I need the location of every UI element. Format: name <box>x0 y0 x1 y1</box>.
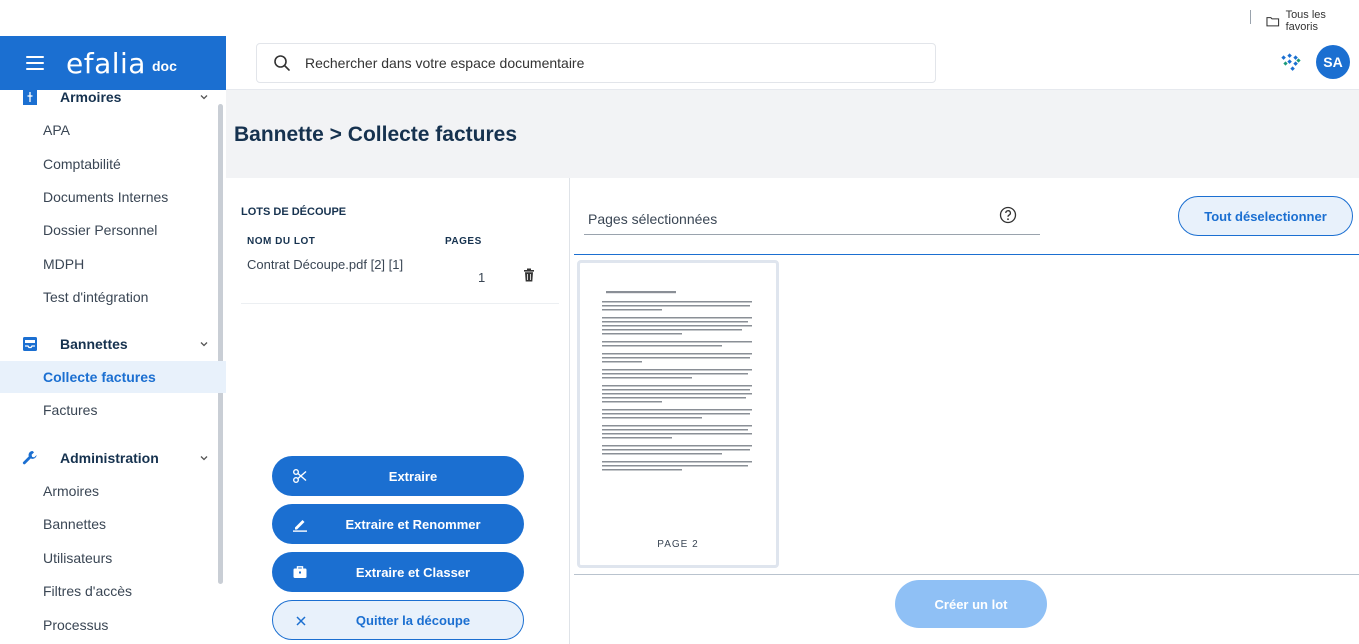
sidebar-section-administration[interactable]: Administration <box>0 443 226 473</box>
row-divider <box>241 303 559 304</box>
sidebar-item-factures[interactable]: Factures <box>0 394 226 426</box>
extract-rename-label: Extraire et Renommer <box>345 516 481 532</box>
hamburger-menu-icon[interactable] <box>26 56 44 70</box>
deselect-all-button[interactable]: Tout déselectionner <box>1178 196 1353 236</box>
lots-heading: LOTS DE DÉCOUPE <box>241 206 347 218</box>
quit-split-label: Quitter la découpe <box>355 612 471 628</box>
lot-name[interactable]: Contrat Découpe.pdf [2] [1] <box>247 254 407 276</box>
pencil-icon <box>292 516 308 532</box>
chevron-down-icon[interactable] <box>199 453 209 463</box>
extract-file-button[interactable]: Extraire et Classer <box>272 552 524 592</box>
user-avatar[interactable]: SA <box>1316 45 1350 79</box>
cabinet-icon <box>22 90 38 105</box>
brand-header: efalia doc <box>0 36 226 90</box>
favorites-bar: Tous les favoris <box>0 0 1359 34</box>
search-box[interactable] <box>256 43 936 83</box>
page-preview <box>602 291 752 471</box>
brand-logo[interactable]: efalia <box>66 47 146 80</box>
all-favorites-link[interactable]: Tous les favoris <box>1266 9 1359 33</box>
sidebar-item-mdph[interactable]: MDPH <box>0 248 226 280</box>
create-lot-button[interactable]: Créer un lot <box>895 580 1047 628</box>
column-header-pages: PAGES <box>445 236 482 247</box>
selected-pages-field[interactable]: Pages sélectionnées <box>588 211 717 227</box>
top-bar: SA <box>226 36 1359 90</box>
sidebar-item-admin-armoires[interactable]: Armoires <box>0 475 226 507</box>
help-icon[interactable] <box>999 206 1017 224</box>
sidebar-item-utilisateurs[interactable]: Utilisateurs <box>0 542 226 574</box>
pages-area-top-divider <box>574 254 1359 255</box>
quit-split-button[interactable]: Quitter la découpe <box>272 600 524 640</box>
extract-button[interactable]: Extraire <box>272 456 524 496</box>
trash-icon[interactable] <box>522 268 536 282</box>
page-thumbnail[interactable]: PAGE 2 <box>577 260 779 568</box>
sidebar-section-label: Administration <box>60 450 159 466</box>
inbox-tray-icon <box>22 336 38 352</box>
sidebar-section-label: Armoires <box>60 90 122 105</box>
selection-panel: Pages sélectionnées Tout déselectionner … <box>570 178 1359 644</box>
wrench-icon <box>22 450 38 466</box>
sidebar-item-test-integration[interactable]: Test d'intégration <box>0 281 226 313</box>
favorites-separator <box>1250 10 1251 24</box>
sidebar-item-processus[interactable]: Processus <box>0 609 226 641</box>
pages-area-bottom-divider <box>574 574 1359 575</box>
selected-pages-underline <box>584 234 1040 235</box>
sidebar-item-filtres-acces[interactable]: Filtres d'accès <box>0 575 226 607</box>
extract-label: Extraire <box>388 468 438 484</box>
sidebar-section-label: Bannettes <box>60 336 128 352</box>
lots-panel: LOTS DE DÉCOUPE NOM DU LOT PAGES Contrat… <box>226 178 570 644</box>
sidebar-section-bannettes[interactable]: Bannettes <box>0 329 226 359</box>
sidebar-item-collecte-factures[interactable]: Collecte factures <box>0 361 226 393</box>
chevron-down-icon[interactable] <box>199 339 209 349</box>
sidebar-item-dossier-personnel[interactable]: Dossier Personnel <box>0 214 226 246</box>
sidebar-item-comptabilite[interactable]: Comptabilité <box>0 148 226 180</box>
lot-pages: 1 <box>478 270 486 285</box>
extract-rename-button[interactable]: Extraire et Renommer <box>272 504 524 544</box>
sidebar-item-apa[interactable]: APA <box>0 114 226 146</box>
page-title: Bannette > Collecte factures <box>234 123 518 146</box>
page-header: Bannette > Collecte factures <box>226 90 1359 178</box>
apps-launcher-icon[interactable] <box>1279 51 1303 75</box>
search-input[interactable] <box>305 55 865 71</box>
briefcase-icon <box>292 564 308 580</box>
extract-file-label: Extraire et Classer <box>355 564 471 580</box>
page-thumbnail-label: PAGE 2 <box>657 539 699 550</box>
brand-logo-suffix: doc <box>151 58 177 74</box>
sidebar: Armoires APA Comptabilité Documents Inte… <box>0 90 226 644</box>
sidebar-item-admin-bannettes[interactable]: Bannettes <box>0 508 226 540</box>
search-icon <box>274 55 290 71</box>
column-header-name: NOM DU LOT <box>247 236 316 247</box>
folder-icon <box>1266 16 1280 26</box>
sidebar-section-armoires[interactable]: Armoires <box>0 90 226 112</box>
all-favorites-label: Tous les favoris <box>1285 9 1326 33</box>
scissors-icon <box>292 468 308 484</box>
sidebar-item-documents-internes[interactable]: Documents Internes <box>0 181 226 213</box>
close-icon <box>293 613 309 629</box>
chevron-down-icon[interactable] <box>199 92 209 102</box>
